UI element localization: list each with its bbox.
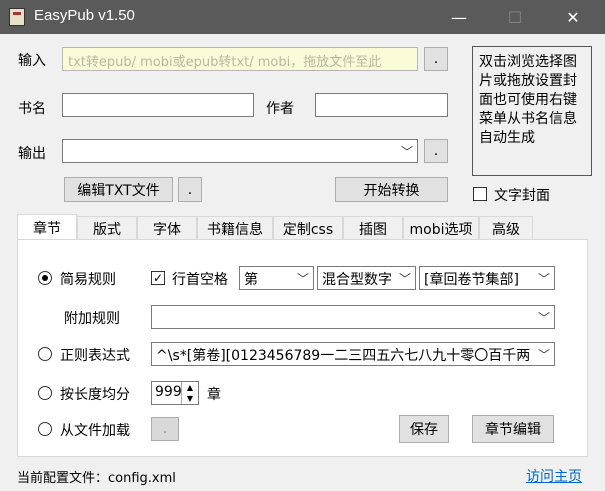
load-file-button[interactable]: . — [151, 417, 179, 441]
output-path-select[interactable]: ﹀ — [62, 139, 418, 163]
regex-value: ^\s*[第卷][0123456789一二三四五六七八九十零〇百千两 — [156, 348, 531, 364]
author-label: 作者 — [266, 101, 294, 117]
tab-layout[interactable]: 版式 — [77, 216, 137, 240]
input-browse-button[interactable]: . — [424, 47, 448, 71]
minimize-icon: — — [451, 7, 467, 27]
tab-mobi-options[interactable]: mobi选项 — [403, 216, 479, 240]
tab-book-info[interactable]: 书籍信息 — [197, 216, 273, 240]
input-file-field[interactable]: txt转epub/ mobi或epub转txt/ mobi，拖放文件至此 — [62, 47, 418, 71]
simple-rule-label: 简易规则 — [60, 272, 116, 288]
prefix-select[interactable]: 第 ﹀ — [239, 266, 314, 290]
unit-value: [章回卷节集部] — [424, 272, 519, 288]
regex-label: 正则表达式 — [60, 348, 130, 364]
simple-rule-radio[interactable] — [38, 271, 52, 285]
cover-hint-text: 双击浏览选择图片或拖放设置封面也可使用右键菜单从书名信息自动生成 — [479, 54, 577, 146]
config-file-status: 当前配置文件：config.xml — [17, 471, 176, 486]
tab-chapters[interactable]: 章节 — [17, 214, 77, 240]
tab-illustrations[interactable]: 插图 — [343, 216, 403, 240]
prefix-value: 第 — [244, 272, 258, 288]
chevron-down-icon: ﹀ — [537, 348, 550, 362]
close-button[interactable]: ✕ — [550, 0, 596, 34]
tab-advanced[interactable]: 高级 — [479, 216, 533, 240]
tab-custom-css[interactable]: 定制css — [273, 216, 343, 240]
number-type-value: 混合型数字 — [322, 272, 392, 288]
line-indent-label: 行首空格 — [172, 272, 228, 288]
text-cover-label: 文字封面 — [494, 188, 550, 204]
chevron-down-icon: ﹀ — [400, 145, 413, 159]
settings-tabs: 章节 版式 字体 书籍信息 定制css 插图 mobi选项 高级 — [17, 214, 533, 240]
window-title: EasyPub v1.50 — [34, 7, 135, 24]
close-icon: ✕ — [566, 7, 580, 27]
from-file-label: 从文件加载 — [60, 423, 130, 439]
edit-txt-button[interactable]: 编辑TXT文件 — [64, 177, 173, 202]
by-length-label: 按长度均分 — [60, 387, 130, 403]
maximize-button[interactable]: ☐ — [492, 0, 538, 34]
start-convert-button[interactable]: 开始转换 — [335, 177, 448, 202]
chevron-down-icon: ﹀ — [537, 311, 550, 325]
output-browse-button[interactable]: . — [424, 139, 448, 163]
length-value: 999 — [155, 384, 182, 400]
chevron-down-icon: ﹀ — [398, 272, 411, 286]
unit-select[interactable]: [章回卷节集部] ﹀ — [419, 266, 555, 290]
chevron-down-icon: ﹀ — [537, 272, 550, 286]
text-cover-checkbox[interactable] — [473, 187, 487, 201]
by-length-radio[interactable] — [38, 386, 52, 400]
from-file-radio[interactable] — [38, 422, 52, 436]
length-unit-label: 章 — [207, 387, 221, 403]
length-stepper[interactable]: 999 ▲ ▼ — [151, 381, 199, 405]
tab-font[interactable]: 字体 — [137, 216, 197, 240]
chapter-edit-button[interactable]: 章节编辑 — [472, 415, 554, 443]
stepper-arrows-icon[interactable]: ▲ ▼ — [181, 382, 198, 404]
input-label: 输入 — [18, 53, 46, 69]
regex-select[interactable]: ^\s*[第卷][0123456789一二三四五六七八九十零〇百千两 ﹀ — [151, 342, 555, 366]
book-title-label: 书名 — [18, 101, 46, 117]
number-type-select[interactable]: 混合型数字 ﹀ — [317, 266, 416, 290]
chevron-down-icon: ﹀ — [296, 272, 309, 286]
extra-rule-select[interactable]: ﹀ — [151, 305, 555, 329]
edit-txt-more-button[interactable]: . — [178, 177, 202, 202]
minimize-button[interactable]: — — [436, 0, 482, 34]
app-book-icon — [9, 8, 25, 26]
regex-radio[interactable] — [38, 347, 52, 361]
extra-rule-label: 附加规则 — [64, 311, 120, 327]
maximize-icon: ☐ — [507, 7, 523, 27]
line-indent-checkbox[interactable]: ✓ — [151, 271, 165, 285]
save-button[interactable]: 保存 — [399, 415, 449, 443]
author-input[interactable] — [315, 93, 448, 117]
title-bar: EasyPub v1.50 — ☐ ✕ — [0, 0, 605, 34]
cover-drop-area[interactable]: 双击浏览选择图片或拖放设置封面也可使用右键菜单从书名信息自动生成 — [472, 46, 592, 176]
book-title-input[interactable] — [62, 93, 254, 117]
homepage-link[interactable]: 访问主页 — [526, 466, 582, 486]
output-label: 输出 — [18, 146, 46, 162]
